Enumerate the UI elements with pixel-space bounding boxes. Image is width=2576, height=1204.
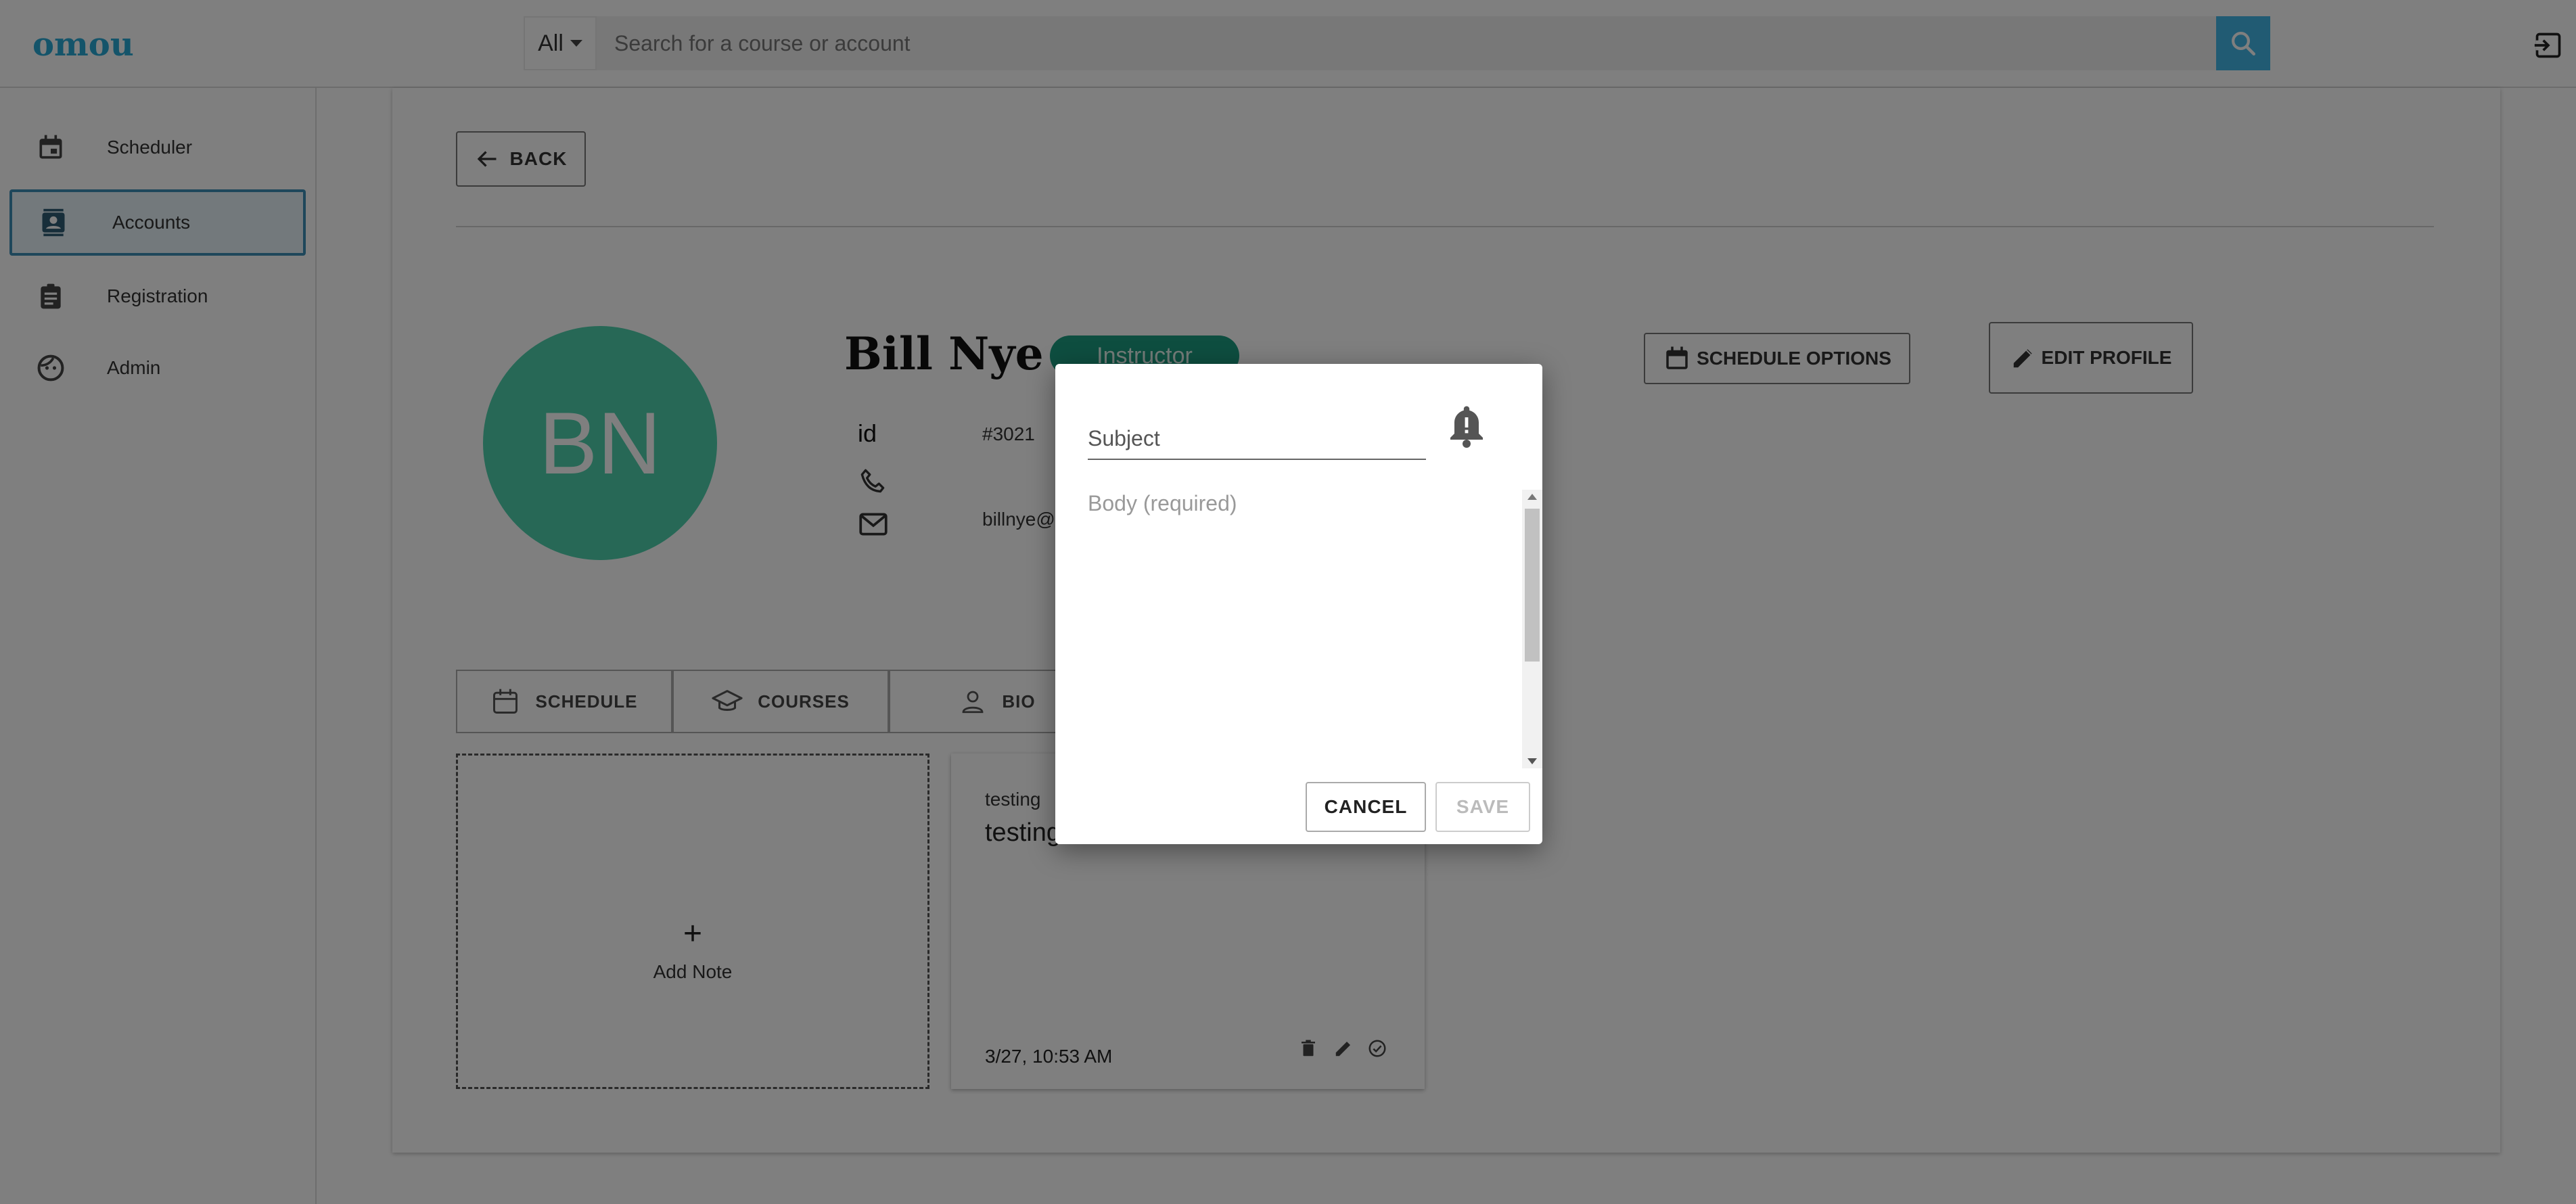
cancel-button[interactable]: CANCEL [1306,782,1426,832]
body-textarea[interactable] [1088,491,1479,759]
subject-input[interactable] [1088,418,1426,460]
scrollbar-thumb[interactable] [1525,509,1540,662]
scroll-up-arrow-icon[interactable] [1527,494,1537,500]
app-root: omou All [0,0,2576,1204]
bell-alert-toggle[interactable] [1442,398,1491,453]
save-button[interactable]: SAVE [1435,782,1530,832]
body-scrollbar[interactable] [1522,490,1542,768]
add-note-dialog: CANCEL SAVE [1055,364,1542,844]
scroll-down-arrow-icon[interactable] [1527,758,1537,764]
